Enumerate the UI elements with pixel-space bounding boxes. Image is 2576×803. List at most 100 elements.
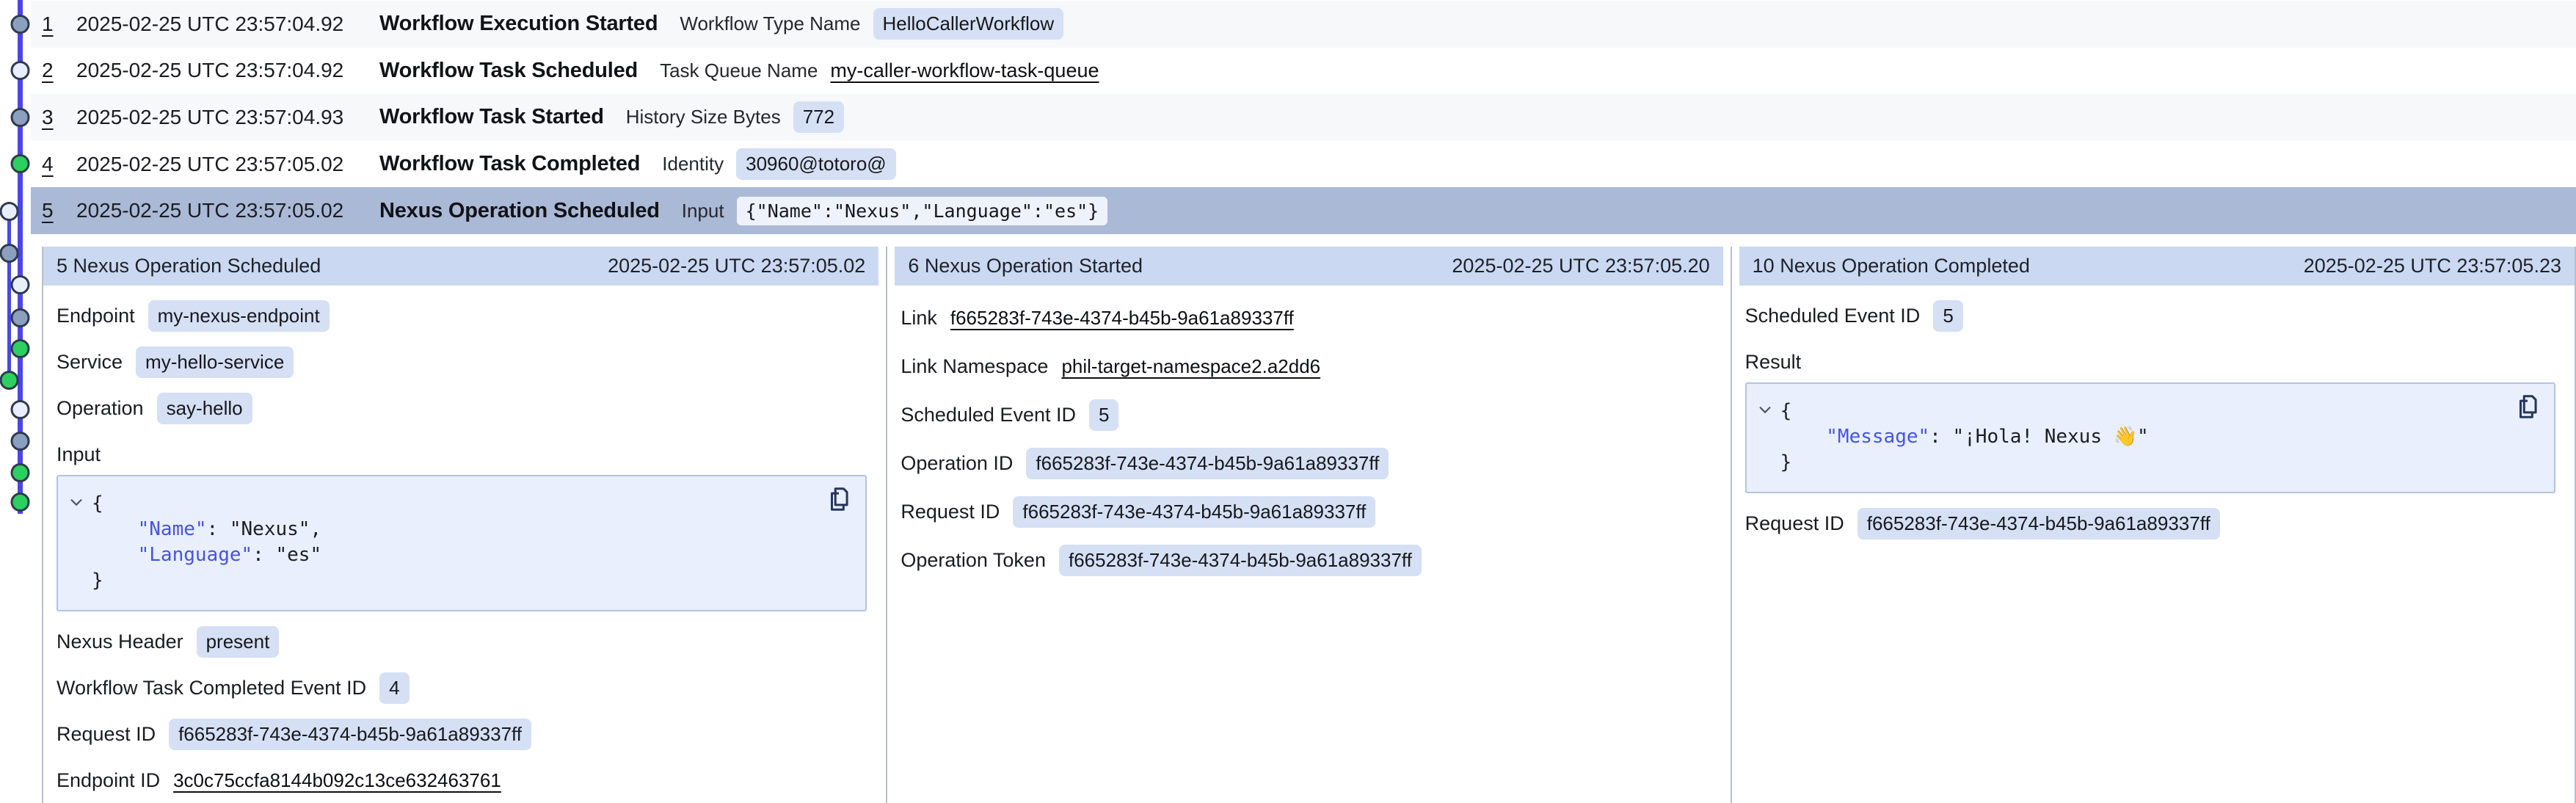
field-row: Request ID f665283f-743e-4374-b45b-9a61a8… <box>57 718 867 750</box>
event-row[interactable]: 22025-02-25 UTC 23:57:04.92Workflow Task… <box>31 48 2576 95</box>
panel-title: 5 Nexus Operation Scheduled <box>57 255 321 277</box>
event-attr-label: Task Queue Name <box>660 59 818 82</box>
field-value-badge: my-hello-service <box>136 346 294 378</box>
field-label: Endpoint <box>57 305 135 327</box>
field-row: Request ID f665283f-743e-4374-b45b-9a61a8… <box>900 495 1711 528</box>
event-attr-value-badge: 772 <box>793 101 844 133</box>
json-code-block: { "Name": "Nexus", "Language": "es" } <box>57 475 867 611</box>
event-id-link[interactable]: 2 <box>42 59 76 82</box>
timeline-rail <box>0 0 42 803</box>
field-label: Nexus Header <box>57 631 183 653</box>
field-row: Workflow Task Completed Event ID4 <box>57 672 867 704</box>
field-value-badge: say-hello <box>157 393 252 424</box>
json-code-line: } <box>92 570 103 592</box>
event-dot-started <box>1 245 18 262</box>
event-attr-label: History Size Bytes <box>626 106 781 128</box>
field-value-badge: 4 <box>379 672 409 704</box>
event-dot-started <box>12 433 29 450</box>
field-value-link[interactable]: 3c0c75ccfa8144b092c13ce632463761 <box>173 769 501 792</box>
event-name: Nexus Operation Scheduled <box>379 199 660 223</box>
field-label: Request ID <box>1745 512 1844 535</box>
event-id-link[interactable]: 4 <box>42 153 76 176</box>
panel-header: 6 Nexus Operation Started 2025-02-25 UTC … <box>895 247 1722 286</box>
event-attribute: Input {"Name":"Nexus","Language":"es"} <box>682 197 1107 225</box>
field-row: Nexus Header present <box>57 625 867 658</box>
field-value-link[interactable]: phil-target-namespace2.a2dd6 <box>1061 355 1320 378</box>
field-label: Result <box>1745 351 1802 374</box>
workflow-history-view: 12025-02-25 UTC 23:57:04.92Workflow Exec… <box>0 0 2576 803</box>
field-value-link[interactable]: f665283f-743e-4374-b45b-9a61a89337ff <box>950 307 1294 330</box>
field-value-badge: f665283f-743e-4374-b45b-9a61a89337ff <box>1858 508 2220 539</box>
field-label: Request ID <box>900 501 1000 523</box>
field-row: Link f665283f-743e-4374-b45b-9a61a89337ff <box>900 302 1711 334</box>
field-label: Scheduled Event ID <box>900 404 1076 426</box>
event-dot-completed <box>12 494 29 511</box>
panel-content: Scheduled Event ID5Result{ "Message": "¡… <box>1732 299 2575 539</box>
panel-content: Link f665283f-743e-4374-b45b-9a61a89337ff… <box>887 302 1730 576</box>
event-attr-value-badge: {"Name":"Nexus","Language":"es"} <box>737 197 1108 225</box>
panel-title: 6 Nexus Operation Started <box>908 255 1143 277</box>
field-label: Link <box>900 307 937 330</box>
json-code-block: { "Message": "¡Hola! Nexus 👋" } <box>1745 382 2555 493</box>
json-code-line: "Language": "es" <box>92 544 321 566</box>
field-row: Result <box>1745 346 2555 378</box>
json-key: "Message" <box>1826 426 1929 448</box>
copy-button[interactable] <box>2513 393 2542 422</box>
event-dot-completed <box>12 341 29 357</box>
event-row[interactable]: 52025-02-25 UTC 23:57:05.02Nexus Operati… <box>31 187 2576 234</box>
field-row: Input <box>57 438 867 470</box>
event-attribute: Identity30960@totoro@ <box>662 148 895 180</box>
copy-button[interactable] <box>824 485 854 515</box>
field-row: Scheduled Event ID 5 <box>900 399 1711 431</box>
event-row[interactable]: 12025-02-25 UTC 23:57:04.92Workflow Exec… <box>31 1 2576 48</box>
field-label: Operation <box>57 397 144 420</box>
field-value-badge: present <box>197 626 280 658</box>
field-label: Endpoint ID <box>57 769 160 792</box>
field-label: Operation ID <box>900 452 1013 475</box>
field-row: Operation Tokenf665283f-743e-4374-b45b-9… <box>900 544 1711 576</box>
field-label: Request ID <box>57 723 156 746</box>
field-value-badge: f665283f-743e-4374-b45b-9a61a89337ff <box>1026 448 1389 479</box>
event-detail-panel: 6 Nexus Operation Started 2025-02-25 UTC … <box>886 247 1730 803</box>
event-id-link[interactable]: 5 <box>42 199 76 222</box>
event-dot-scheduled <box>12 402 29 418</box>
panel-timestamp: 2025-02-25 UTC 23:57:05.20 <box>1452 255 1709 277</box>
copy-icon <box>2514 393 2542 421</box>
event-id-link[interactable]: 3 <box>42 106 76 129</box>
field-row: Endpoint my-nexus-endpoint <box>57 299 867 332</box>
panel-title: 10 Nexus Operation Completed <box>1753 255 2030 277</box>
field-row: Servicemy-hello-service <box>57 346 867 378</box>
field-value-badge: 5 <box>1089 399 1118 431</box>
event-attribute: History Size Bytes 772 <box>626 101 844 133</box>
event-attribute: Task Queue Name my-caller-workflow-task-q… <box>660 59 1099 82</box>
event-timestamp: 2025-02-25 UTC 23:57:05.02 <box>76 199 379 222</box>
event-dot-completed <box>12 156 29 172</box>
chevron-down-icon[interactable] <box>68 494 84 510</box>
event-dot-started <box>12 310 29 327</box>
event-name: Workflow Task Completed <box>379 152 640 176</box>
json-code-line: } <box>1780 451 1792 473</box>
event-detail-panel: 5 Nexus Operation Scheduled2025-02-25 UT… <box>42 247 886 803</box>
event-timestamp: 2025-02-25 UTC 23:57:04.92 <box>76 12 379 36</box>
event-dot-scheduled <box>12 277 29 294</box>
copy-icon <box>825 485 853 513</box>
panel-header: 5 Nexus Operation Scheduled2025-02-25 UT… <box>43 247 878 286</box>
event-row[interactable]: 42025-02-25 UTC 23:57:05.02Workflow Task… <box>31 141 2576 188</box>
event-detail-panel: 10 Nexus Operation Completed2025-02-25 U… <box>1731 247 2576 803</box>
json-key: "Name" <box>138 518 207 540</box>
field-value-badge: my-nexus-endpoint <box>148 300 330 332</box>
event-attr-label: Workflow Type Name <box>680 12 860 35</box>
field-value-badge: f665283f-743e-4374-b45b-9a61a89337ff <box>169 719 531 750</box>
event-id-link[interactable]: 1 <box>42 12 76 36</box>
event-name: Workflow Task Started <box>379 105 604 129</box>
event-attr-label: Input <box>682 200 724 222</box>
event-row[interactable]: 32025-02-25 UTC 23:57:04.93Workflow Task… <box>31 94 2576 141</box>
event-rows: 12025-02-25 UTC 23:57:04.92Workflow Exec… <box>0 1 2576 234</box>
chevron-down-icon[interactable] <box>1757 402 1773 418</box>
field-value-badge: f665283f-743e-4374-b45b-9a61a89337ff <box>1013 496 1375 528</box>
event-dot-scheduled <box>12 62 29 79</box>
event-dot-started <box>12 16 29 33</box>
event-attr-value-link[interactable]: my-caller-workflow-task-queue <box>830 59 1099 82</box>
event-timestamp: 2025-02-25 UTC 23:57:04.92 <box>76 59 379 82</box>
event-timestamp: 2025-02-25 UTC 23:57:05.02 <box>76 153 379 176</box>
